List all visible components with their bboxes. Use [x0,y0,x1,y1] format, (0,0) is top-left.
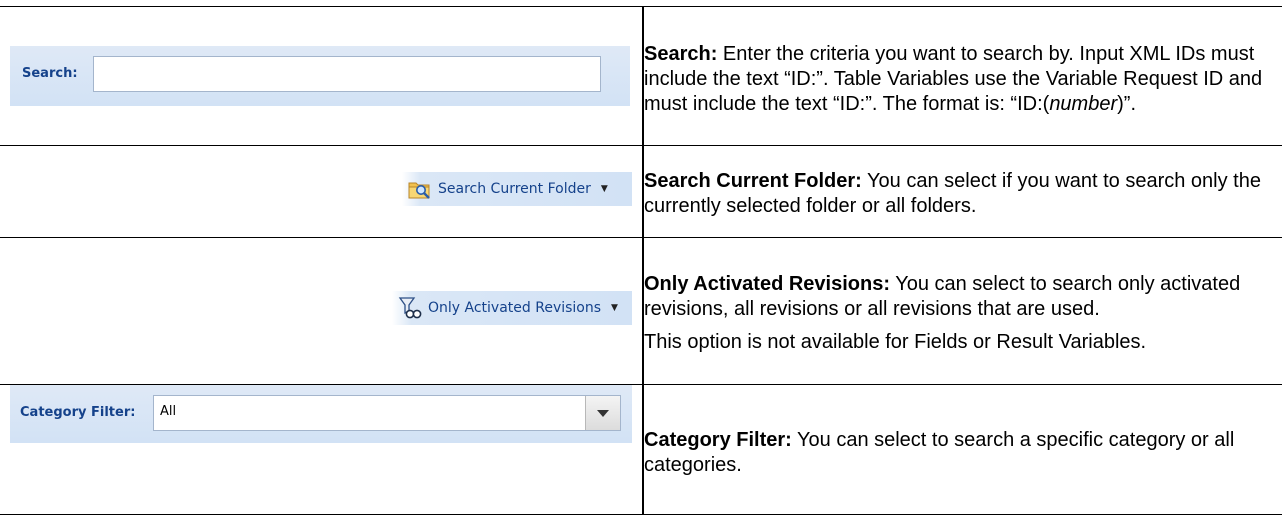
filter-binoculars-icon [398,297,422,319]
description-text: Enter the criteria you want to search by… [644,42,1263,115]
button-label: Search Current Folder [438,181,591,197]
description-cell: Category Filter: You can select to searc… [643,384,1282,515]
revision-filter-toolbar: Only Activated Revisions ▼ [392,291,632,325]
table-row: Search Current Folder ▼ Search Current F… [0,145,1282,238]
category-filter-select[interactable]: All [153,395,621,431]
dropdown-caret-icon: ▼ [611,303,618,313]
dropdown-button[interactable] [585,396,620,430]
chevron-down-icon [597,410,609,417]
description-paragraph: Only Activated Revisions: You can select… [644,272,1282,322]
options-table: Search: Search: Enter the criteria you w… [0,6,1282,515]
description-paragraph: Search: Enter the criteria you want to s… [644,42,1282,117]
description-cell: Only Activated Revisions: You can select… [643,237,1282,385]
snapshot-wrap: Search Current Folder ▼ [0,146,642,237]
description-cell: Search Current Folder: You can select if… [643,145,1282,238]
category-filter-bar: Category Filter: All [10,385,632,443]
only-activated-revisions-button[interactable]: Only Activated Revisions ▼ [392,291,632,325]
folder-search-icon [408,182,430,199]
term-label: Search: [644,42,718,65]
term-label: Category Filter: [644,428,792,451]
dropdown-caret-icon: ▼ [600,184,608,194]
search-current-folder-button[interactable]: Search Current Folder ▼ [402,172,632,206]
search-label: Search: [22,66,78,81]
ui-snapshot-cell: Search Current Folder ▼ [0,145,644,238]
description-paragraph: Category Filter: You can select to searc… [644,428,1282,478]
category-filter-label: Category Filter: [20,405,136,420]
table-row: Search: Search: Enter the criteria you w… [0,6,1282,146]
description-text: )”. [1117,92,1137,115]
table-row: Category Filter: All Category Filter: Yo… [0,384,1282,515]
term-label: Search Current Folder: [644,169,862,192]
ui-snapshot-cell: Only Activated Revisions ▼ [0,237,644,385]
italic-placeholder: number [1049,92,1118,115]
snapshot-wrap: Category Filter: All [0,385,642,514]
description-cell: Search: Enter the criteria you want to s… [643,6,1282,146]
search-input[interactable] [93,56,601,92]
button-label: Only Activated Revisions [428,300,602,316]
selected-value: All [160,404,177,419]
table-row: Only Activated Revisions ▼ Only Activate… [0,237,1282,385]
description-paragraph: This option is not available for Fields … [644,331,1147,353]
term-label: Only Activated Revisions: [644,273,890,295]
folder-scope-toolbar: Search Current Folder ▼ [402,172,632,206]
search-bar: Search: [10,46,630,106]
snapshot-wrap: Only Activated Revisions ▼ [0,238,642,384]
ui-snapshot-cell: Search: [0,6,644,146]
description-paragraph: Search Current Folder: You can select if… [644,169,1282,219]
ui-snapshot-cell: Category Filter: All [0,384,644,515]
